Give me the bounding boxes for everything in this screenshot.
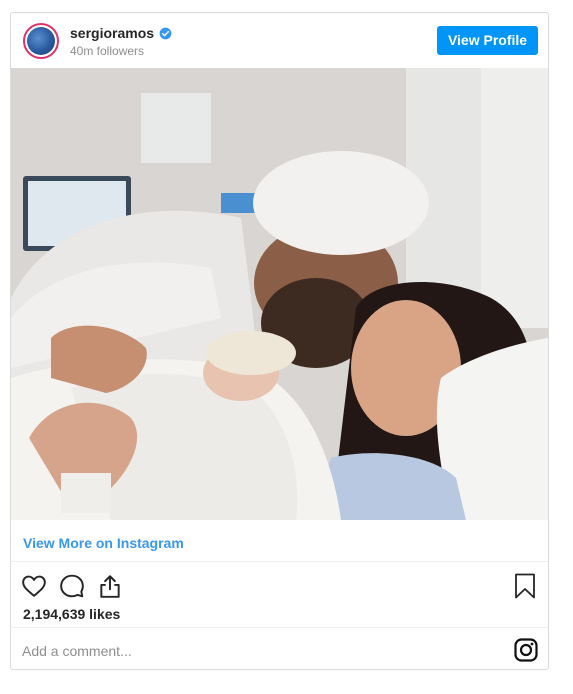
divider	[11, 561, 548, 562]
username-row: sergioramos	[70, 25, 172, 41]
action-bar	[21, 573, 123, 599]
post-header: sergioramos 40m followers View Profile	[11, 13, 548, 68]
instagram-embed-card: sergioramos 40m followers View Profile V…	[10, 12, 549, 670]
instagram-logo-icon[interactable]	[514, 638, 538, 662]
likes-count[interactable]: 2,194,639 likes	[23, 606, 120, 622]
followers-count: 40m followers	[70, 44, 145, 58]
divider	[11, 627, 548, 628]
view-profile-button[interactable]: View Profile	[437, 26, 538, 55]
comment-icon[interactable]	[59, 573, 85, 599]
post-image	[11, 68, 548, 520]
heart-icon[interactable]	[21, 573, 47, 599]
username[interactable]: sergioramos	[70, 25, 154, 41]
avatar[interactable]	[23, 23, 59, 59]
share-icon[interactable]	[97, 573, 123, 599]
comment-input[interactable]	[22, 641, 492, 661]
bookmark-icon[interactable]	[514, 573, 536, 599]
verified-badge-icon	[159, 27, 172, 39]
post-photo[interactable]	[11, 68, 548, 520]
view-more-link[interactable]: View More on Instagram	[23, 535, 184, 551]
